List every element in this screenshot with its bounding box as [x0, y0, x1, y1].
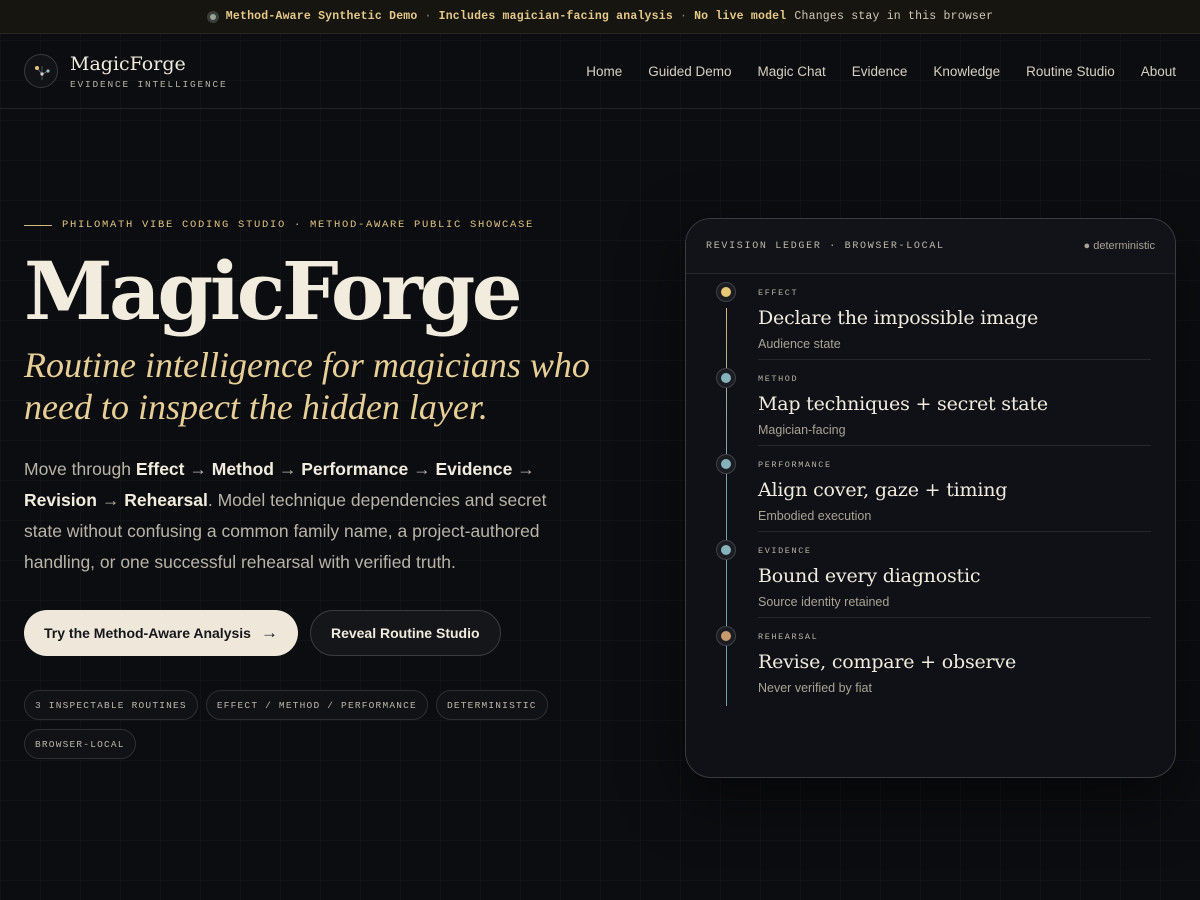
ledger-step-performance: PERFORMANCE Align cover, gaze + timing E… [716, 446, 1151, 532]
step-marker-core [721, 545, 731, 555]
ledger-step-effect: EFFECT Declare the impossible image Audi… [716, 274, 1151, 360]
flow-step: Method [211, 459, 274, 479]
reveal-routine-studio-button[interactable]: Reveal Routine Studio [309, 610, 501, 656]
constellation-logo-icon [24, 54, 58, 88]
step-title: Declare the impossible image [758, 307, 1039, 329]
ledger-status: ● deterministic [1083, 240, 1155, 252]
step-label: EVIDENCE [758, 546, 812, 556]
banner-item: Method-Aware Synthetic Demo [225, 10, 418, 23]
step-marker-core [721, 459, 731, 469]
revision-ledger-card: REVISION LEDGER · BROWSER-LOCAL ● determ… [685, 218, 1176, 778]
step-label: PERFORMANCE [758, 460, 832, 470]
flow-arrow: → [278, 459, 297, 479]
brand-name: MagicForge [70, 52, 186, 75]
flow-step: Evidence [435, 459, 513, 479]
step-marker-icon [716, 282, 736, 302]
hero-actions: Try the Method-Aware Analysis → Reveal R… [24, 610, 624, 656]
try-analysis-button[interactable]: Try the Method-Aware Analysis → [24, 610, 298, 656]
flow-arrow: → [413, 459, 431, 479]
step-title: Bound every diagnostic [758, 565, 981, 587]
step-marker-icon [716, 368, 736, 388]
banner-item: Includes magician-facing analysis [438, 10, 673, 23]
nav-routine-studio[interactable]: Routine Studio [1026, 64, 1115, 79]
hero: PHILOMATH VIBE CODING STUDIO · METHOD-AW… [24, 216, 624, 759]
nav-knowledge[interactable]: Knowledge [933, 64, 1000, 79]
arrow-right-icon: → [260, 623, 278, 642]
banner-item: No live model [694, 10, 787, 23]
flow-arrow: → [189, 459, 207, 479]
status-dot-icon [206, 10, 219, 23]
step-subtitle: Embodied execution [758, 509, 872, 523]
flow-step: Revision [24, 490, 97, 510]
ledger-step-rehearsal: REHEARSAL Revise, compare + observe Neve… [716, 618, 1151, 704]
desc-intro: Move through [24, 459, 136, 479]
flow-step: Effect [135, 459, 185, 479]
nav-magic-chat[interactable]: Magic Chat [758, 64, 826, 79]
step-marker-icon [716, 454, 736, 474]
hero-description: Move through Effect → Method → Performan… [24, 454, 584, 578]
step-marker-icon [716, 540, 736, 560]
banner-note: Changes stay in this browser [794, 10, 994, 23]
nav-guided-demo[interactable]: Guided Demo [648, 64, 731, 79]
hero-subtitle: Routine intelligence for magicians who n… [24, 345, 590, 427]
step-label: EFFECT [758, 288, 799, 298]
demo-banner: Method-Aware Synthetic Demo · Includes m… [0, 0, 1200, 34]
step-marker-core [721, 631, 731, 641]
flow-step: Rehearsal [124, 490, 208, 510]
step-label: REHEARSAL [758, 632, 819, 642]
brand-tagline: EVIDENCE INTELLIGENCE [70, 78, 228, 90]
step-label: METHOD [758, 374, 799, 384]
flow-arrow: → [517, 459, 535, 479]
nav-home[interactable]: Home [586, 64, 622, 79]
hero-eyebrow: PHILOMATH VIBE CODING STUDIO · METHOD-AW… [24, 216, 624, 234]
nav-about[interactable]: About [1141, 64, 1176, 79]
flow-step: Performance [301, 459, 409, 479]
step-marker-icon [716, 626, 736, 646]
step-subtitle: Audience state [758, 337, 841, 351]
feature-chips: 3 INSPECTABLE ROUTINES EFFECT / METHOD /… [24, 690, 584, 759]
chip-routines: 3 INSPECTABLE ROUTINES [24, 690, 198, 720]
ledger-step-method: METHOD Map techniques + secret state Mag… [716, 360, 1151, 446]
page-title: MagicForge [24, 244, 523, 338]
step-marker-core [721, 373, 731, 383]
step-marker-core [721, 287, 731, 297]
ledger-step-evidence: EVIDENCE Bound every diagnostic Source i… [716, 532, 1151, 618]
chip-effect-method-performance: EFFECT / METHOD / PERFORMANCE [205, 690, 428, 720]
eyebrow-rule [24, 224, 52, 226]
step-subtitle: Magician-facing [758, 423, 846, 437]
step-subtitle: Never verified by fiat [758, 681, 872, 695]
step-subtitle: Source identity retained [758, 595, 890, 609]
banner-separator: · [679, 10, 688, 23]
step-title: Map techniques + secret state [758, 393, 1048, 415]
ledger-title: REVISION LEDGER · BROWSER-LOCAL [706, 240, 945, 252]
banner-separator: · [424, 10, 432, 23]
try-analysis-label: Try the Method-Aware Analysis [44, 625, 251, 641]
step-title: Align cover, gaze + timing [758, 479, 1008, 501]
nav-evidence[interactable]: Evidence [852, 64, 908, 79]
main-nav: Home Guided Demo Magic Chat Evidence Kno… [586, 64, 1176, 79]
chip-deterministic: DETERMINISTIC [435, 690, 548, 720]
brand[interactable]: MagicForge EVIDENCE INTELLIGENCE [24, 53, 228, 90]
ledger-steps: EFFECT Declare the impossible image Audi… [686, 274, 1175, 706]
ledger-header: REVISION LEDGER · BROWSER-LOCAL ● determ… [686, 219, 1175, 274]
site-header: MagicForge EVIDENCE INTELLIGENCE Home Gu… [0, 34, 1200, 109]
flow-arrow: → [101, 490, 120, 510]
step-title: Revise, compare + observe [758, 651, 1017, 673]
eyebrow-text: PHILOMATH VIBE CODING STUDIO · METHOD-AW… [62, 219, 535, 231]
chip-browser-local: BROWSER-LOCAL [24, 729, 136, 759]
